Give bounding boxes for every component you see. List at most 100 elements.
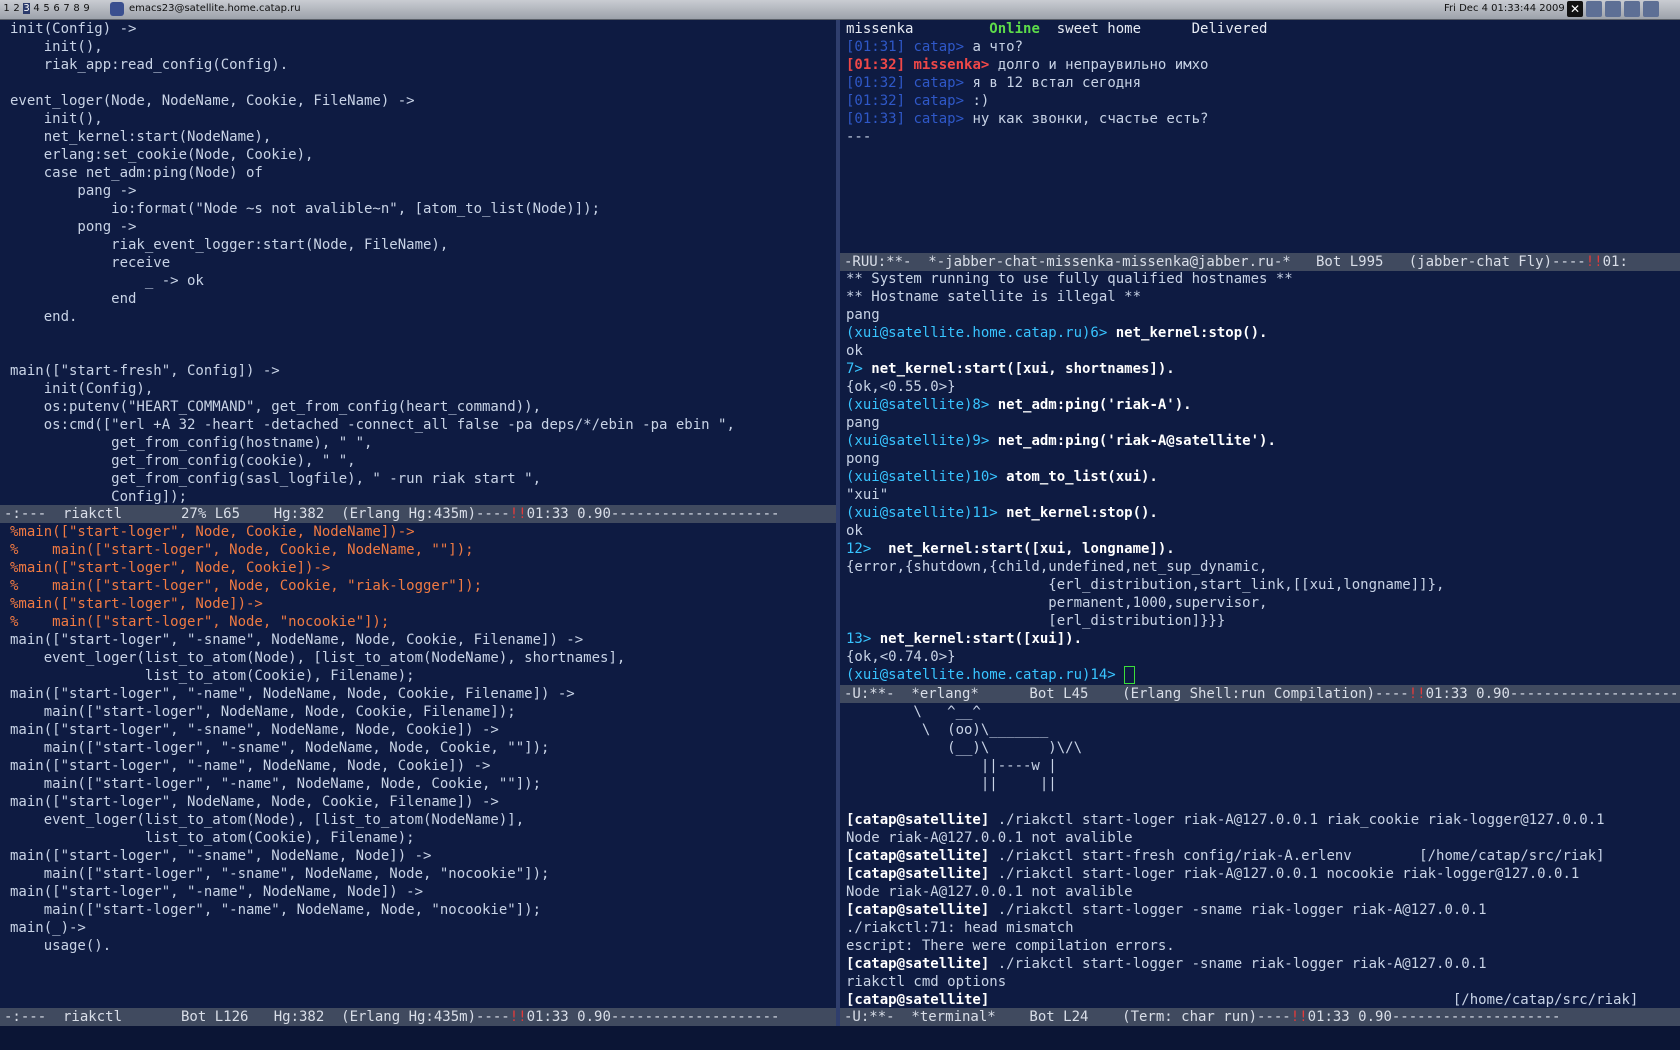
code-line: % main(["start-loger", Node, Cookie, Nod… [10, 542, 474, 558]
code-line: io:format("Node ~s not avalible~n", [ato… [10, 201, 601, 217]
editor-buffer-top[interactable]: init(Config) -> init(), riak_app:read_co… [0, 20, 836, 505]
editor-buffer-bottom[interactable]: %main(["start-loger", Node, Cookie, Node… [0, 523, 836, 1008]
terminal-line: [catap@satellite] ./riakctl start-loger … [840, 811, 1680, 829]
shell-prompt: 7> [846, 361, 863, 377]
terminal-line: Node riak-A@127.0.0.1 not avalible [840, 883, 1680, 901]
modeline-terminal: -U:**- *terminal* Bot L24 (Term: char ru… [840, 1008, 1680, 1026]
workspace-3[interactable]: 3 [23, 3, 30, 14]
message-time: [01:32] [846, 75, 906, 91]
shell-line: (xui@satellite)8> net_adm:ping('riak-A')… [840, 396, 1680, 414]
terminal-buffer[interactable]: \ ^__^ \ (oo)\_______ (__)\ )\/\ ||----w… [840, 703, 1680, 1008]
code-line: os:putenv("HEART_COMMAND", get_from_conf… [10, 399, 542, 415]
workspace-1[interactable]: 1 [3, 3, 10, 14]
shell-output: pang [846, 307, 880, 323]
chat-message: [01:32] catap> :) [840, 92, 1680, 110]
message-nick: catap> [913, 39, 965, 55]
workspace-4[interactable]: 4 [33, 3, 40, 14]
close-icon[interactable]: ✕ [1567, 1, 1583, 17]
shell-line: pang [840, 414, 1680, 432]
shell-line: {ok,<0.74.0>} [840, 648, 1680, 666]
code-line: main(["start-fresh", Config]) -> [10, 363, 280, 379]
shell-output: "xui" [846, 487, 889, 503]
workspace-2[interactable]: 2 [13, 3, 20, 14]
shell-line: {ok,<0.55.0>} [840, 378, 1680, 396]
tray-app-icon[interactable] [1643, 1, 1659, 17]
terminal-line: [catap@satellite] ./riakctl start-fresh … [840, 847, 1680, 865]
message-text: :) [972, 93, 990, 109]
chat-message: [01:31] catap> а что? [840, 38, 1680, 56]
code-line: get_from_config(cookie), " ", [10, 453, 356, 469]
terminal-line: [catap@satellite] ./riakctl start-logger… [840, 955, 1680, 973]
modeline-jabber-chat: -RUU:**- *-jabber-chat-missenka-missenka… [840, 253, 1680, 271]
code-line: main(["start-loger", "-sname", NodeName,… [10, 866, 550, 882]
window-title[interactable]: emacs23@satellite.home.catap.ru [129, 3, 301, 14]
emacs-icon [110, 2, 124, 16]
workspace-8[interactable]: 8 [73, 3, 80, 14]
message-time: [01:33] [846, 111, 906, 127]
modeline-erlang-shell: -U:**- *erlang* Bot L45 (Erlang Shell:ru… [840, 685, 1680, 703]
workspace-7[interactable]: 7 [63, 3, 70, 14]
code-line: pang -> [10, 183, 137, 199]
terminal-output: escript: There were compilation errors. [846, 938, 1175, 954]
shell-output: [erl_distribution]}}} [846, 613, 1226, 629]
shell-line: (xui@satellite.home.catap.ru)6> net_kern… [840, 324, 1680, 342]
code-line: init(Config), [10, 381, 154, 397]
terminal-output: riakctl cmd options [846, 974, 1007, 990]
top-panel: 123456789 emacs23@satellite.home.catap.r… [0, 0, 1680, 20]
shell-output: {ok,<0.74.0>} [846, 649, 956, 665]
code-line: list_to_atom(Cookie), Filename); [10, 668, 415, 684]
minibuffer[interactable] [0, 1026, 1680, 1050]
workspace-6[interactable]: 6 [53, 3, 60, 14]
shell-line: (xui@satellite)10> atom_to_list(xui). [840, 468, 1680, 486]
code-line: main(_)-> [10, 920, 86, 936]
terminal-output: Node riak-A@127.0.0.1 not avalible [846, 830, 1133, 846]
system-tray: ✕ [1567, 1, 1659, 17]
chat-separator: --- [846, 129, 872, 145]
terminal-line: || || [840, 775, 1680, 793]
workspace-5[interactable]: 5 [43, 3, 50, 14]
terminal-line: ||----w | [840, 757, 1680, 775]
terminal-command: ./riakctl start-loger riak-A@127.0.0.1 r… [989, 812, 1605, 828]
code-line: init(), [10, 111, 103, 127]
network-icon[interactable] [1586, 1, 1602, 17]
shell-output: permanent,1000,supervisor, [846, 595, 1268, 611]
shell-command [1116, 667, 1124, 683]
code-line: main(["start-loger", "-sname", NodeName,… [10, 740, 550, 756]
shell-line: {error,{shutdown,{child,undefined,net_su… [840, 558, 1680, 576]
shell-line: [erl_distribution]}}} [840, 612, 1680, 630]
workspace-9[interactable]: 9 [83, 3, 90, 14]
shell-line: 13> net_kernel:start([xui]). [840, 630, 1680, 648]
volume-icon[interactable] [1624, 1, 1640, 17]
message-time: [01:32] [846, 93, 906, 109]
terminal-line: Node riak-A@127.0.0.1 not avalible [840, 829, 1680, 847]
shell-line: permanent,1000,supervisor, [840, 594, 1680, 612]
terminal-prompt: [catap@satellite] [846, 992, 990, 1008]
shell-output: {error,{shutdown,{child,undefined,net_su… [846, 559, 1268, 575]
code-line: % main(["start-loger", Node, "nocookie"]… [10, 614, 390, 630]
shell-output: ** System running to use fully qualified… [846, 271, 1293, 287]
code-line: main(["start-loger", "-sname", NodeName,… [10, 722, 499, 738]
cowsay-art: \ (oo)\_______ [846, 722, 1049, 738]
message-time: [01:32] [846, 57, 906, 73]
battery-icon[interactable] [1605, 1, 1621, 17]
chat-status: Online [989, 21, 1040, 37]
message-time: [01:31] [846, 39, 906, 55]
jabber-chat-buffer[interactable]: missenka Online sweet home Delivered [01:… [840, 20, 1680, 253]
modeline-riakctl-bottom: -:--- riakctl Bot L126 Hg:382 (Erlang Hg… [0, 1008, 836, 1026]
shell-prompt: 12> [846, 541, 872, 557]
shell-line: (xui@satellite.home.catap.ru)14> [840, 666, 1680, 684]
terminal-prompt: [catap@satellite] [846, 866, 990, 882]
terminal-command: [/home/catap/src/riak] [989, 992, 1639, 1008]
message-nick: catap> [913, 93, 965, 109]
erlang-shell-buffer[interactable]: ** System running to use fully qualified… [840, 270, 1680, 685]
terminal-prompt: [catap@satellite] [846, 902, 990, 918]
workspace-switcher[interactable]: 123456789 [3, 3, 90, 14]
shell-prompt: (xui@satellite)8> [846, 397, 990, 413]
code-line: event_loger(list_to_atom(Node), [list_to… [10, 812, 525, 828]
code-line: erlang:set_cookie(Node, Cookie), [10, 147, 314, 163]
code-line: usage(). [10, 938, 112, 954]
terminal-line: riakctl cmd options [840, 973, 1680, 991]
